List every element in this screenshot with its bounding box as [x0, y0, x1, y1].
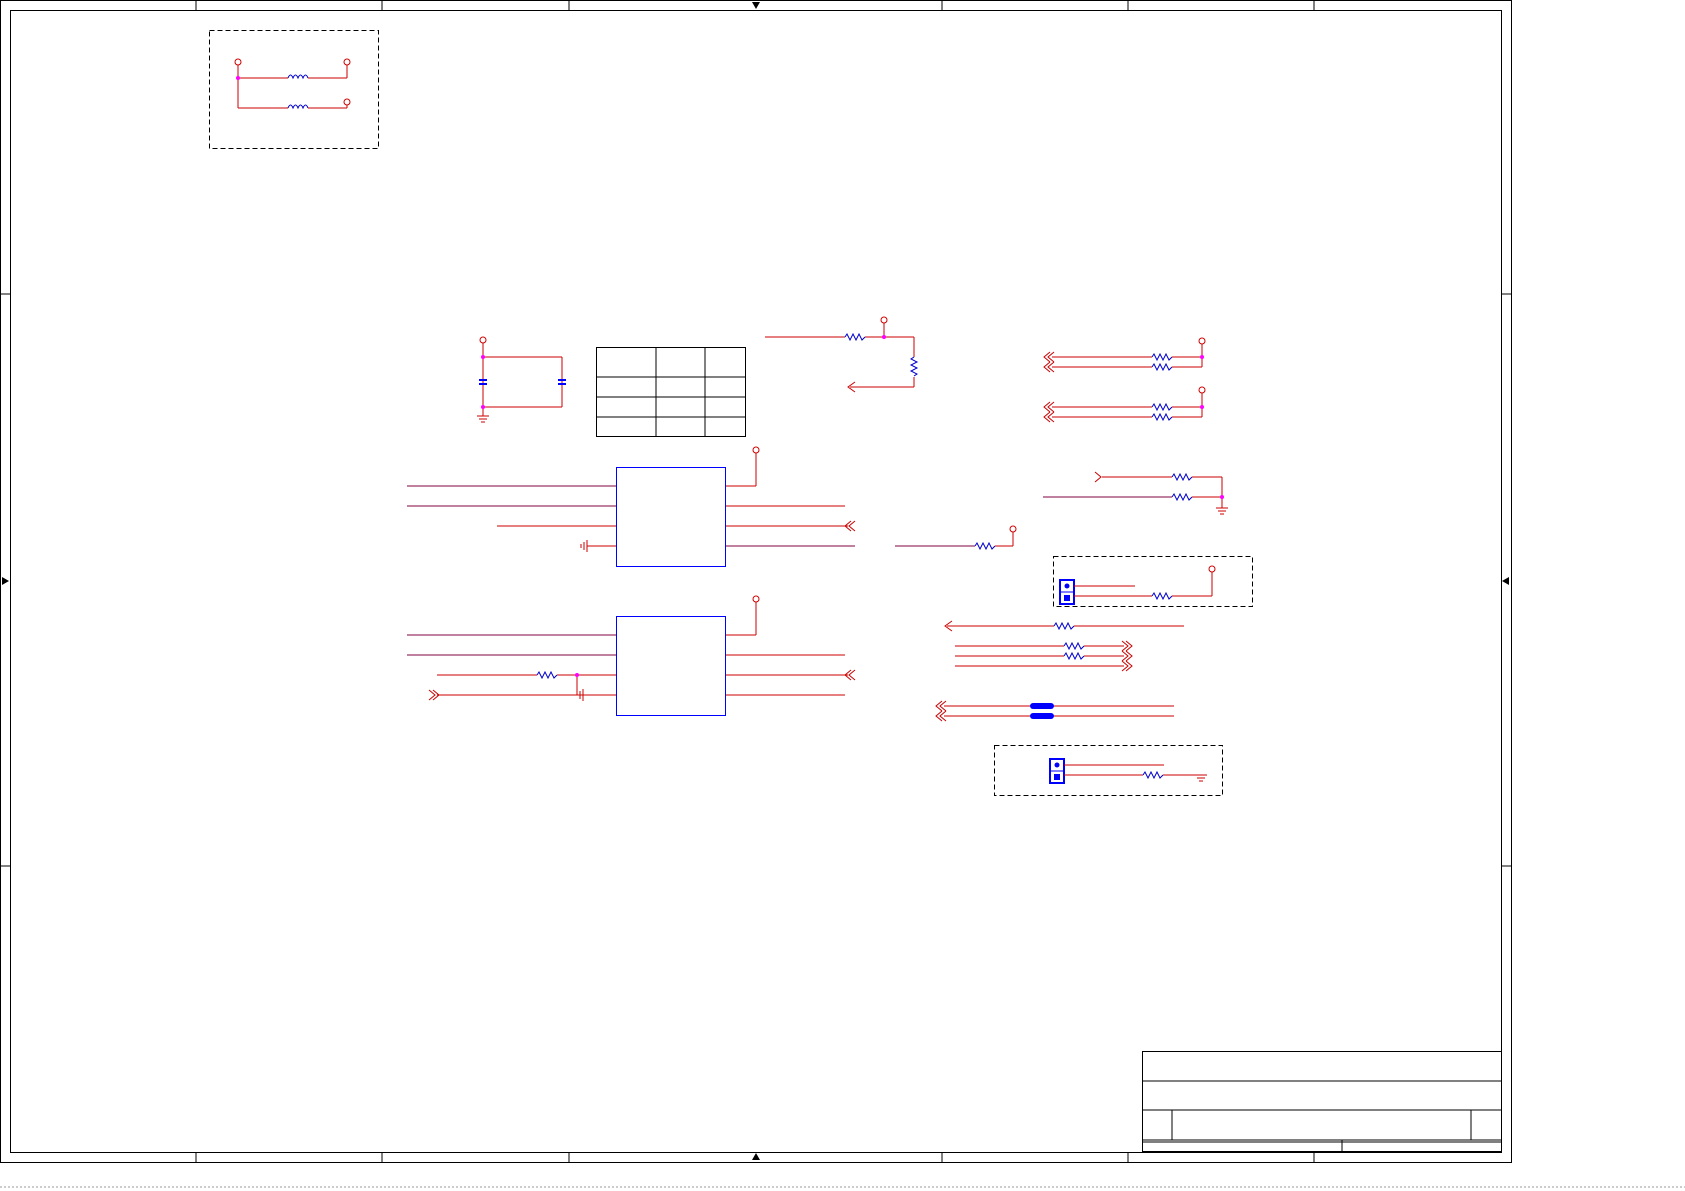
- jumper-header-icon: [1049, 758, 1065, 784]
- signal-network: [935, 620, 1184, 722]
- ic-u1: [407, 446, 856, 567]
- page-edge-strip: [0, 1186, 1685, 1188]
- ic-u2: [407, 595, 856, 716]
- capacitor-group: [477, 336, 566, 423]
- jumper-header-icon: [1059, 579, 1075, 605]
- right-resistor-network: [1043, 337, 1228, 515]
- zone-arrows: [2, 2, 1509, 1160]
- ground-icon: [477, 415, 489, 423]
- config-table: [596, 347, 746, 437]
- junction-dot-icon: [236, 76, 240, 80]
- jumper-group-1: [1053, 556, 1253, 607]
- sheet-frame: [0, 0, 1512, 1163]
- resistor-icon: [844, 332, 866, 342]
- ground-icon: [580, 540, 588, 552]
- capacitor-icon: [479, 379, 566, 385]
- inductor-group: [209, 30, 379, 149]
- title-block: [1142, 1051, 1502, 1152]
- zone-ticks: [0, 0, 1511, 1162]
- inductor-icon: [287, 74, 309, 110]
- ferrite-bead-icon: [1030, 703, 1054, 719]
- divider-network: [765, 316, 919, 393]
- pullup-resistor: [895, 525, 1017, 551]
- schematic-sheet: [0, 0, 1512, 1163]
- jumper-group-2: [994, 745, 1223, 796]
